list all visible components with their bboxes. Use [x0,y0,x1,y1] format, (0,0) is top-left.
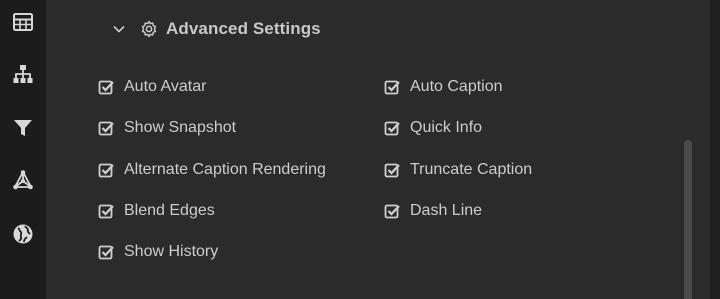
section-title: Advanced Settings [166,19,321,38]
option-label: Alternate Caption Rendering [124,161,326,178]
option-label: Dash Line [410,202,483,219]
option-label: Show History [124,243,219,260]
checkbox-checked-icon[interactable] [98,120,114,136]
option-label: Quick Info [410,119,483,136]
checkbox-checked-icon[interactable] [384,79,400,95]
option-label: Blend Edges [124,202,215,219]
option-label: Auto Caption [410,78,503,95]
chevron-down-icon [112,22,126,36]
auto-caption-option[interactable]: Auto Caption [384,75,503,99]
dash-line-option[interactable]: Dash Line [384,199,482,223]
alternate-caption-rendering-option[interactable]: Alternate Caption Rendering [98,158,326,182]
option-label: Show Snapshot [124,119,237,136]
option-label: Truncate Caption [410,161,533,178]
checkbox-checked-icon[interactable] [98,244,114,260]
option-label: Auto Avatar [124,78,207,95]
quick-info-option[interactable]: Quick Info [384,116,482,140]
checkbox-checked-icon[interactable] [98,79,114,95]
left-sidebar [0,0,46,299]
show-history-option[interactable]: Show History [98,240,218,264]
checkbox-checked-icon[interactable] [384,120,400,136]
settings-panel: Advanced Settings Auto Avatar Show Snaps… [46,0,720,299]
checkbox-checked-icon[interactable] [98,162,114,178]
scrollbar-thumb[interactable] [684,140,692,299]
globe-icon[interactable] [11,222,35,246]
checkbox-checked-icon[interactable] [384,162,400,178]
auto-avatar-option[interactable]: Auto Avatar [98,75,206,99]
truncate-caption-option[interactable]: Truncate Caption [384,158,532,182]
blend-edges-option[interactable]: Blend Edges [98,199,215,223]
network-icon[interactable] [11,168,35,192]
table-icon[interactable] [11,10,35,34]
gear-icon [140,20,158,38]
show-snapshot-option[interactable]: Show Snapshot [98,116,236,140]
hierarchy-icon[interactable] [11,62,35,86]
right-edge-panel [710,0,720,299]
checkbox-checked-icon[interactable] [384,203,400,219]
advanced-settings-header[interactable]: Advanced Settings [112,16,321,42]
checkbox-checked-icon[interactable] [98,203,114,219]
filter-icon[interactable] [11,116,35,140]
